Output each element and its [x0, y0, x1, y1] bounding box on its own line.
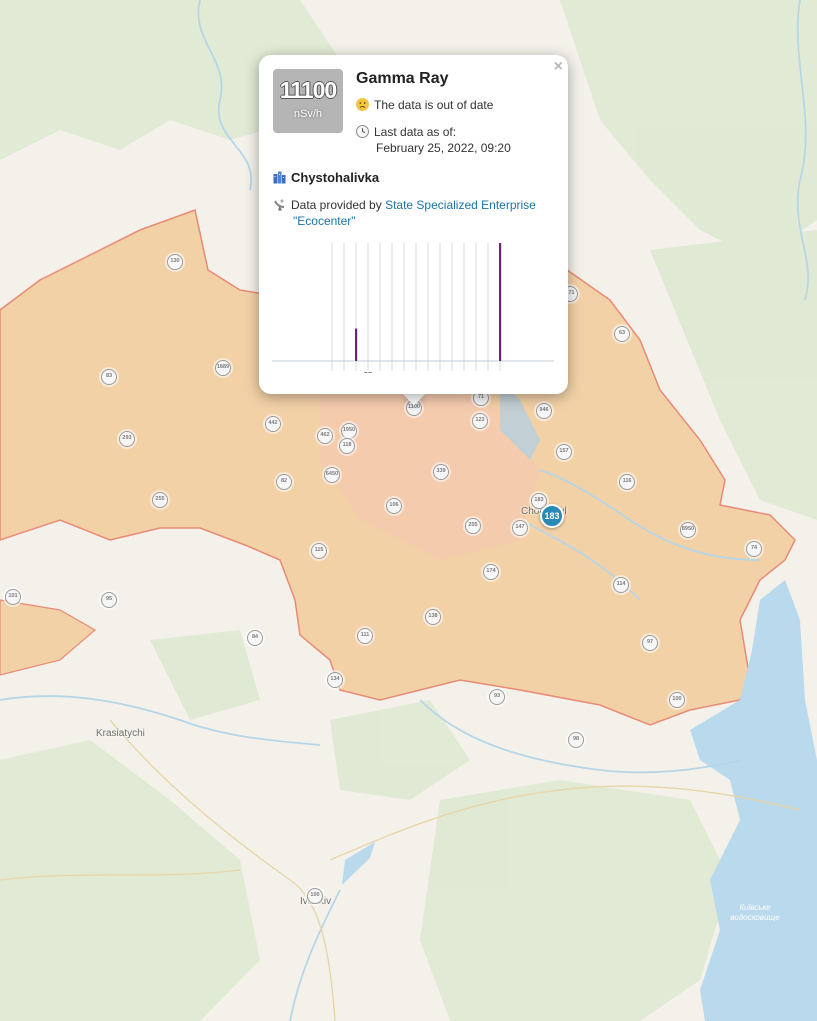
- station-marker[interactable]: 84: [247, 630, 263, 646]
- station-marker[interactable]: 97: [642, 635, 658, 651]
- station-marker[interactable]: 6450: [324, 467, 340, 483]
- history-chart: 25: [272, 243, 554, 373]
- reservoir-label: Київське водосховище: [725, 903, 785, 923]
- provider-prefix: Data provided by: [291, 198, 382, 212]
- station-marker[interactable]: 8950: [680, 522, 696, 538]
- station-marker[interactable]: 293: [119, 431, 135, 447]
- close-icon[interactable]: ×: [554, 58, 563, 76]
- station-marker[interactable]: 339: [433, 464, 449, 480]
- station-marker[interactable]: 1950: [341, 423, 357, 439]
- station-marker[interactable]: 82: [276, 474, 292, 490]
- value-badge: 11100 nSv/h: [273, 69, 343, 133]
- station-marker[interactable]: 462: [317, 428, 333, 444]
- station-marker[interactable]: 946: [536, 403, 552, 419]
- station-marker[interactable]: 101: [5, 589, 21, 605]
- station-marker[interactable]: 174: [483, 564, 499, 580]
- station-marker[interactable]: 98: [568, 732, 584, 748]
- status-row: The data is out of date: [356, 97, 493, 113]
- station-marker[interactable]: 106: [386, 498, 402, 514]
- station-marker[interactable]: 157: [556, 444, 572, 460]
- station-marker[interactable]: 1889: [215, 360, 231, 376]
- value-unit: nSv/h: [293, 108, 323, 120]
- station-marker[interactable]: 205: [465, 518, 481, 534]
- value-number: 11100: [279, 77, 337, 103]
- station-marker[interactable]: 100: [669, 692, 685, 708]
- last-data-row: Last data as of: February 25, 2022, 09:2…: [356, 124, 511, 156]
- station-marker-selected[interactable]: 183: [540, 504, 564, 528]
- station-marker[interactable]: 83: [101, 369, 117, 385]
- station-marker[interactable]: 147: [512, 520, 528, 536]
- chart-bar: [355, 328, 358, 361]
- satellite-antenna-icon: [273, 198, 286, 211]
- station-marker[interactable]: 134: [327, 672, 343, 688]
- sad-face-icon: [356, 98, 369, 111]
- last-data-label: Last data as of:: [374, 125, 457, 139]
- station-marker[interactable]: 442: [265, 416, 281, 432]
- reservoir-label-line1: Київське: [739, 903, 771, 912]
- station-marker[interactable]: 123: [472, 413, 488, 429]
- station-popup: × 11100 nSv/h Gamma Ray The data is out …: [259, 55, 568, 394]
- chart-bar: [499, 243, 502, 361]
- station-marker[interactable]: 115: [311, 543, 327, 559]
- reservoir-label-line2: водосховище: [730, 913, 780, 922]
- station-marker[interactable]: 95: [101, 592, 117, 608]
- station-marker[interactable]: 111: [357, 628, 373, 644]
- last-data-time: February 25, 2022, 09:20: [376, 141, 511, 155]
- provider-link-line2[interactable]: "Ecocenter": [293, 214, 356, 228]
- clock-icon: [356, 125, 369, 138]
- place-label: Krasiatychi: [96, 728, 145, 739]
- station-marker[interactable]: 100: [307, 888, 323, 904]
- provider-row: Data provided by State Specialized Enter…: [273, 197, 536, 229]
- city-icon: [273, 171, 286, 184]
- station-marker[interactable]: 255: [152, 492, 168, 508]
- station-marker[interactable]: 130: [167, 254, 183, 270]
- provider-link[interactable]: State Specialized Enterprise: [385, 198, 536, 212]
- station-name: Chystohalivka: [291, 170, 380, 185]
- station-marker[interactable]: 116: [619, 474, 635, 490]
- station-marker[interactable]: 63: [614, 326, 630, 342]
- station-marker[interactable]: 138: [425, 609, 441, 625]
- station-marker[interactable]: 114: [613, 577, 629, 593]
- chart-tick-label: 25: [364, 371, 373, 373]
- station-marker[interactable]: 74: [746, 541, 762, 557]
- popup-title: Gamma Ray: [356, 70, 449, 87]
- status-text: The data is out of date: [374, 98, 494, 112]
- station-row: Chystohalivka: [273, 170, 379, 186]
- station-marker[interactable]: 118: [339, 438, 355, 454]
- station-marker[interactable]: 93: [489, 689, 505, 705]
